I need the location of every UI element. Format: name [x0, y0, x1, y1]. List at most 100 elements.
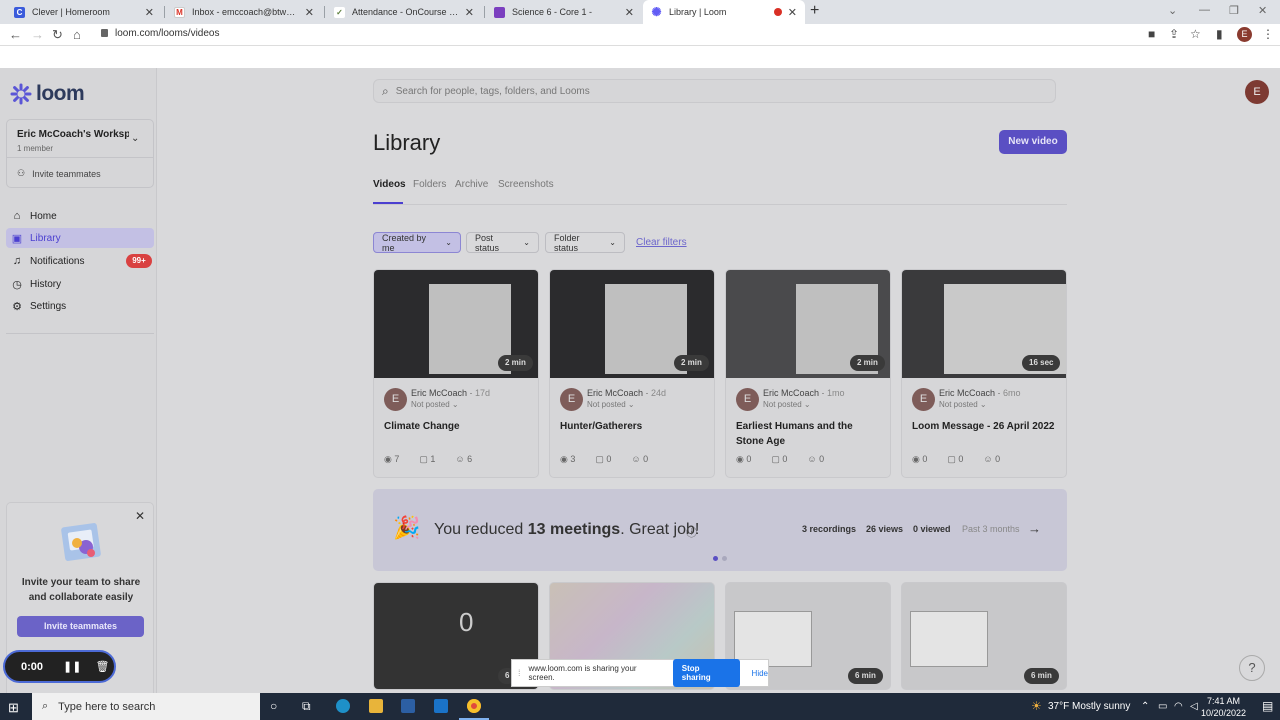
store-icon[interactable] — [401, 699, 415, 713]
volume-icon[interactable]: ◁ — [1190, 701, 1198, 712]
views-count: 0 — [746, 454, 752, 464]
sidebar-item-home[interactable]: ⌂ Home — [6, 206, 154, 226]
close-icon[interactable]: ✕ — [625, 6, 634, 19]
restore-icon[interactable]: ❐ — [1229, 4, 1239, 17]
tab-gmail[interactable]: M Inbox - emccoach@btwpschools ✕ — [166, 0, 322, 24]
tab-search-icon[interactable]: ⌄ — [1168, 4, 1177, 17]
reactions-stat: ☺ 0 — [631, 454, 649, 464]
loom-icon: ✺ — [651, 5, 662, 19]
windows-start-icon[interactable]: ⊞ — [8, 700, 19, 716]
tab-loom[interactable]: ✺ Library | Loom ✕ — [643, 0, 805, 24]
video-thumbnail[interactable]: 16 sec — [902, 270, 1066, 378]
close-icon[interactable]: ✕ — [465, 6, 474, 19]
video-card[interactable]: 6 min — [901, 582, 1067, 690]
carousel-dot-active[interactable] — [713, 556, 718, 561]
video-age: 1mo — [827, 388, 845, 398]
post-status: Not posted — [763, 400, 802, 409]
new-tab-icon[interactable]: + — [810, 2, 819, 20]
menu-icon[interactable]: ⋮ — [1262, 27, 1274, 41]
tab-title: Science 6 - Core 1 - — [512, 7, 593, 17]
video-thumbnail[interactable]: 2 min — [550, 270, 714, 378]
home-icon[interactable]: ⌂ — [73, 27, 81, 42]
post-status-dropdown[interactable]: Not posted ⌄ — [939, 400, 987, 409]
post-status-dropdown[interactable]: Not posted ⌄ — [411, 400, 459, 409]
stop-sharing-button[interactable]: Stop sharing — [672, 659, 740, 687]
window-close-icon[interactable]: ✕ — [1258, 4, 1267, 17]
invite-teammates-link[interactable]: ⚇ Invite teammates — [17, 168, 101, 179]
close-icon[interactable]: ✕ — [135, 509, 145, 523]
close-icon[interactable]: ✕ — [145, 6, 154, 19]
tab-screenshots[interactable]: Screenshots — [498, 179, 554, 190]
post-status-dropdown[interactable]: Not posted ⌄ — [763, 400, 811, 409]
profile-avatar[interactable]: E — [1237, 27, 1252, 42]
forward-icon[interactable]: → — [31, 27, 44, 42]
filter-folder-status[interactable]: Folder status ⌄ — [545, 232, 625, 253]
taskbar-search-input[interactable]: ⌕ Type here to search — [32, 693, 260, 720]
clear-filters-link[interactable]: Clear filters — [636, 237, 687, 248]
chevron-up-icon[interactable]: ⌃ — [1141, 701, 1149, 712]
back-icon[interactable]: ← — [9, 27, 22, 42]
chrome-icon[interactable] — [467, 699, 481, 713]
workspace-switcher[interactable]: Eric McCoach's Worksp... 1 member ⌄ ⚇ In… — [6, 119, 154, 188]
minimize-icon[interactable]: — — [1199, 4, 1210, 16]
weather-text[interactable]: 37°F Mostly sunny — [1048, 701, 1130, 712]
sidebar-item-history[interactable]: ◷ History — [6, 274, 154, 294]
video-card[interactable]: 16 sec E Eric McCoach · 6mo Not posted ⌄… — [901, 269, 1067, 478]
cortana-icon[interactable]: ○ — [270, 699, 277, 713]
bell-icon: ♫ — [12, 255, 22, 267]
close-icon[interactable]: ✕ — [305, 6, 314, 19]
help-button[interactable]: ? — [1239, 655, 1265, 681]
tab-classroom[interactable]: Science 6 - Core 1 - ✕ — [486, 0, 642, 24]
sidepanel-icon[interactable]: ▮ — [1216, 27, 1223, 41]
tab-oncourse[interactable]: ✓ Attendance - OnCourse Systems ✕ — [326, 0, 482, 24]
search-input[interactable]: ⌕ Search for people, tags, folders, and … — [373, 79, 1056, 103]
filter-post-status[interactable]: Post status ⌄ — [466, 232, 539, 253]
tab-clever[interactable]: C Clever | Homeroom ✕ — [6, 0, 162, 24]
close-icon[interactable]: ✕ — [788, 6, 797, 19]
video-title[interactable]: Earliest Humans and the Stone Age — [736, 419, 882, 449]
sidebar-item-settings[interactable]: ⚙ Settings — [6, 296, 154, 316]
edge-icon[interactable] — [336, 699, 350, 713]
video-title[interactable]: Hunter/Gatherers — [560, 419, 706, 434]
video-thumbnail[interactable]: 2 min — [726, 270, 890, 378]
avatar: E — [736, 388, 759, 411]
avatar: E — [560, 388, 583, 411]
sidebar-item-library[interactable]: ▣ Library — [6, 228, 154, 248]
tab-archive[interactable]: Archive — [455, 179, 488, 190]
tab-title: Clever | Homeroom — [32, 7, 110, 17]
system-clock[interactable]: 7:41 AM 10/20/2022 — [1201, 695, 1246, 719]
pause-icon[interactable]: ❚❚ — [63, 660, 81, 673]
mail-icon[interactable] — [434, 699, 448, 713]
chevron-down-icon[interactable]: ⌄ — [131, 133, 139, 144]
video-thumbnail[interactable]: 2 min — [374, 270, 538, 378]
camera-icon[interactable]: ■ — [1148, 27, 1155, 41]
post-status-dropdown[interactable]: Not posted ⌄ — [587, 400, 635, 409]
video-title[interactable]: Climate Change — [384, 419, 530, 434]
network-icon[interactable]: ▭ — [1158, 701, 1167, 712]
video-card[interactable]: 2 min E Eric McCoach · 24d Not posted ⌄ … — [549, 269, 715, 478]
wifi-icon[interactable]: ◠ — [1174, 701, 1183, 712]
file-explorer-icon[interactable] — [369, 699, 383, 713]
avatar[interactable]: E — [1245, 80, 1269, 104]
loom-logo[interactable]: loom — [10, 82, 85, 106]
video-title[interactable]: Loom Message - 26 April 2022 — [912, 419, 1058, 434]
url-field[interactable]: loom.com/looms/videos — [115, 28, 219, 39]
video-card[interactable]: 2 min E Eric McCoach · 1mo Not posted ⌄ … — [725, 269, 891, 478]
notifications-icon[interactable]: ▤ — [1262, 699, 1273, 713]
new-video-button[interactable]: New video — [999, 130, 1067, 154]
task-view-icon[interactable]: ⧉ — [302, 699, 311, 714]
tab-videos[interactable]: Videos — [373, 179, 406, 190]
share-icon[interactable]: ⇪ — [1169, 27, 1179, 41]
star-icon[interactable]: ☆ — [1190, 27, 1201, 41]
reload-icon[interactable]: ↻ — [52, 27, 63, 43]
drag-handle-icon[interactable]: ⁞ — [518, 668, 521, 678]
arrow-right-icon[interactable]: → — [1028, 521, 1041, 536]
info-icon[interactable]: ⓘ — [686, 524, 697, 540]
video-card[interactable]: 2 min E Eric McCoach · 17d Not posted ⌄ … — [373, 269, 539, 478]
tab-folders[interactable]: Folders — [413, 179, 446, 190]
carousel-dot[interactable] — [722, 556, 727, 561]
hide-button[interactable]: Hide — [752, 669, 768, 678]
filter-created-by-me[interactable]: Created by me ⌄ — [373, 232, 461, 253]
trash-icon[interactable]: 🗑 — [95, 660, 109, 673]
invite-teammates-button[interactable]: Invite teammates — [17, 616, 144, 637]
